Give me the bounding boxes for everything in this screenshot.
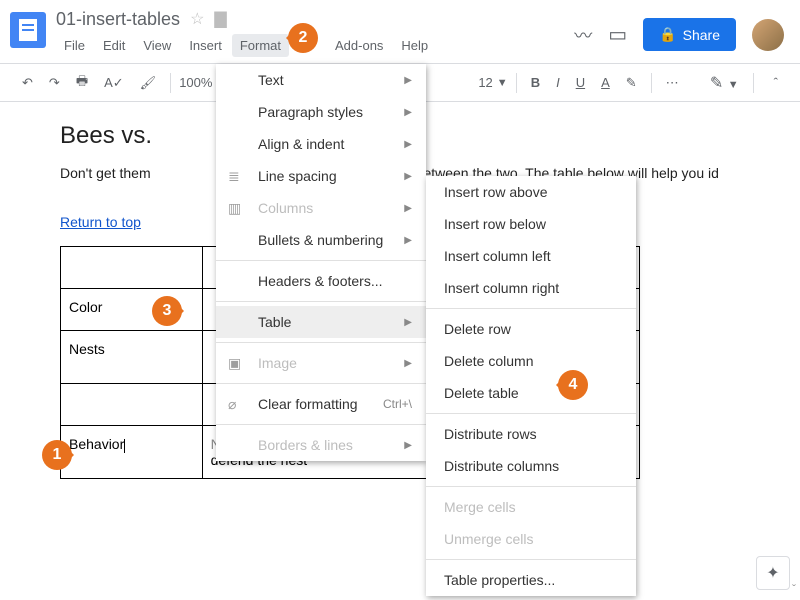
trend-icon[interactable]: 〰 [574, 22, 592, 48]
table-menu-item[interactable]: Table properties... [426, 564, 636, 596]
table-menu-item[interactable]: Insert row above [426, 176, 636, 208]
share-label: Share [683, 27, 720, 43]
zoom-value: 100% [179, 75, 212, 90]
menu-label: Bullets & numbering [258, 232, 383, 248]
format-menu-item[interactable]: Table ▶ [216, 306, 426, 338]
menu-edit[interactable]: Edit [95, 34, 133, 57]
table-cell[interactable]: Behavior [61, 426, 203, 479]
share-button[interactable]: 🔒 Share [643, 18, 736, 51]
table-cell[interactable]: Nests [61, 331, 203, 384]
table-menu-item: Unmerge cells [426, 523, 636, 555]
format-menu-item: ▥ Columns ▶ [216, 192, 426, 224]
explore-button[interactable]: ✦ [756, 556, 790, 590]
cols-icon: ▥ [228, 200, 241, 217]
table-menu-item[interactable]: Distribute rows [426, 418, 636, 450]
chevron-right-icon: ▶ [404, 203, 412, 214]
font-size-value: 12 [478, 75, 492, 90]
table-menu-item[interactable]: Delete table [426, 377, 636, 409]
para-frag-1: Don't get them [60, 165, 151, 181]
font-size-select[interactable]: 12 ▼ [478, 75, 507, 90]
italic-button[interactable]: I [550, 71, 566, 94]
menu-add-ons[interactable]: Add-ons [327, 34, 391, 57]
format-menu-item[interactable]: Bullets & numbering ▶ [216, 224, 426, 256]
menu-label: Table [258, 314, 291, 330]
redo-button[interactable]: ↷ [43, 71, 66, 95]
shortcut: Ctrl+\ [383, 397, 412, 411]
chevron-right-icon: ▶ [404, 171, 412, 182]
format-menu: Text ▶ Paragraph styles ▶ Align & indent ▶ ≣ Li… [216, 64, 426, 461]
print-button[interactable]: 🖶 [70, 68, 94, 98]
format-menu-item[interactable]: ⌀ Clear formatting Ctrl+\ [216, 388, 426, 420]
comment-icon[interactable]: ▭ [608, 22, 627, 47]
undo-button[interactable]: ↶ [16, 71, 39, 95]
docs-logo[interactable] [10, 12, 46, 48]
chevron-right-icon: ▶ [404, 440, 412, 451]
img-icon: ▣ [228, 355, 241, 372]
spellcheck-button[interactable]: A✓ [98, 71, 130, 95]
menu-insert[interactable]: Insert [181, 34, 230, 57]
chevron-right-icon: ▶ [404, 75, 412, 86]
separator [753, 73, 754, 93]
table-menu-item[interactable]: Insert row below [426, 208, 636, 240]
format-menu-item[interactable]: Headers & footers... [216, 265, 426, 297]
separator [651, 73, 652, 93]
folder-icon[interactable]: ▇ [214, 9, 226, 29]
table-submenu: Insert row aboveInsert row belowInsert c… [426, 176, 636, 596]
more-tools[interactable]: ⋯ [660, 71, 685, 95]
callout-3: 3 [152, 296, 182, 326]
menu-help[interactable]: Help [393, 34, 436, 57]
table-menu-item: Merge cells [426, 491, 636, 523]
menu-label: Clear formatting [258, 396, 358, 412]
format-menu-item: ▣ Image ▶ [216, 347, 426, 379]
format-menu-item: Borders & lines ▶ [216, 429, 426, 461]
separator [516, 73, 517, 93]
separator [170, 73, 171, 93]
chevron-right-icon: ▶ [404, 317, 412, 328]
chevron-right-icon: ▶ [404, 107, 412, 118]
format-menu-item[interactable]: Paragraph styles ▶ [216, 96, 426, 128]
editing-mode-button[interactable]: ✎ ▼ [710, 73, 739, 93]
avatar[interactable] [752, 19, 784, 51]
menu-label: Line spacing [258, 168, 337, 184]
table-menu-item[interactable]: Insert column right [426, 272, 636, 304]
collapse-toolbar-button[interactable]: ˆ [768, 71, 784, 94]
callout-2: 2 [288, 23, 318, 53]
table-menu-item[interactable]: Insert column left [426, 240, 636, 272]
table-cell[interactable] [61, 384, 203, 426]
menu-label: Align & indent [258, 136, 344, 152]
paint-format-button[interactable]: 🖌 [134, 71, 163, 95]
menu-label: Text [258, 72, 284, 88]
menu-label: Columns [258, 200, 313, 216]
menu-file[interactable]: File [56, 34, 93, 57]
menu-view[interactable]: View [135, 34, 179, 57]
chevron-right-icon: ▶ [404, 235, 412, 246]
chevron-right-icon: ▶ [404, 358, 412, 369]
highlight-button[interactable]: ✎ [620, 71, 643, 95]
callout-1: 1 [42, 440, 72, 470]
chevron-right-icon: ▶ [404, 139, 412, 150]
lock-icon: 🔒 [659, 26, 676, 43]
callout-4: 4 [558, 370, 588, 400]
menu-label: Paragraph styles [258, 104, 363, 120]
underline-button[interactable]: U [570, 71, 591, 94]
line-icon: ≣ [228, 168, 240, 185]
menu-label: Borders & lines [258, 437, 353, 453]
table-menu-item[interactable]: Delete row [426, 313, 636, 345]
menu-label: Headers & footers... [258, 273, 383, 289]
star-icon[interactable]: ☆ [190, 9, 204, 29]
menu-label: Image [258, 355, 297, 371]
text-color-button[interactable]: A [595, 71, 616, 94]
table-cell[interactable] [61, 247, 203, 289]
table-menu-item[interactable]: Distribute columns [426, 450, 636, 482]
scroll-down-icon[interactable]: ˇ [792, 582, 796, 596]
table-menu-item[interactable]: Delete column [426, 345, 636, 377]
clear-icon: ⌀ [228, 396, 236, 413]
return-top-link[interactable]: Return to top [60, 214, 141, 230]
format-menu-item[interactable]: Align & indent ▶ [216, 128, 426, 160]
format-menu-item[interactable]: ≣ Line spacing ▶ [216, 160, 426, 192]
format-menu-item[interactable]: Text ▶ [216, 64, 426, 96]
doc-title[interactable]: 01-insert-tables [56, 9, 180, 30]
bold-button[interactable]: B [525, 71, 546, 94]
